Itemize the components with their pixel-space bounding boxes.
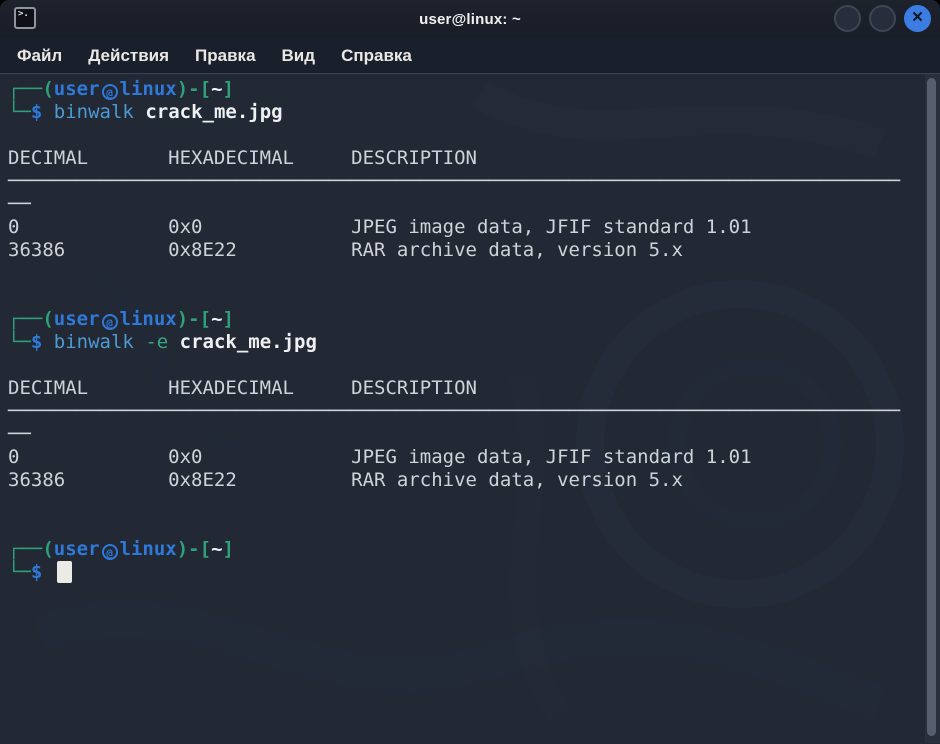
terminal-line: [8, 515, 922, 538]
at-symbol-icon: @: [102, 84, 118, 100]
text-segment: [134, 331, 145, 353]
text-segment: ~: [211, 308, 222, 330]
terminal-line: [8, 124, 922, 147]
text-segment: 0 0x0 JPEG image data, JFIF standard 1.0…: [8, 216, 752, 238]
text-segment: crack_me.jpg: [145, 101, 282, 123]
terminal-line: ┌──(user@linux)-[~]: [8, 78, 922, 101]
terminal-line: ┌──(user@linux)-[~]: [8, 538, 922, 561]
text-segment: user: [54, 308, 100, 330]
text-segment: user: [54, 78, 100, 100]
text-segment: [42, 331, 53, 353]
at-symbol-icon: @: [102, 544, 118, 560]
text-segment: ────────────────────────────────────────…: [8, 400, 900, 422]
terminal-line: [8, 285, 922, 308]
terminal-line: 36386 0x8E22 RAR archive data, version 5…: [8, 239, 922, 262]
terminal-line: [8, 492, 922, 515]
text-segment: └─: [8, 561, 31, 583]
text-segment: linux: [120, 78, 177, 100]
terminal-line: ──: [8, 193, 922, 216]
text-segment: ┌──(: [8, 308, 54, 330]
at-symbol-icon: @: [102, 314, 118, 330]
terminal-line: └─$ binwalk -e crack_me.jpg: [8, 331, 922, 354]
maximize-button[interactable]: [869, 5, 896, 32]
text-segment: ──: [8, 193, 31, 215]
text-segment: $: [31, 331, 42, 353]
terminal-line: ┌──(user@linux)-[~]: [8, 308, 922, 331]
terminal-line: DECIMAL HEXADECIMAL DESCRIPTION: [8, 377, 922, 400]
terminal-line: 0 0x0 JPEG image data, JFIF standard 1.0…: [8, 446, 922, 469]
terminal-line: ──: [8, 423, 922, 446]
text-segment: $: [31, 101, 42, 123]
titlebar[interactable]: >. user@linux: ~ ✕: [0, 0, 940, 38]
text-segment: )-[: [177, 78, 211, 100]
text-segment: ┌──(: [8, 78, 54, 100]
text-segment: $: [31, 561, 42, 583]
text-segment: crack_me.jpg: [180, 331, 317, 353]
menubar: Файл Действия Правка Вид Справка: [0, 38, 940, 74]
text-segment: ┌──(: [8, 538, 54, 560]
scrollbar-thumb[interactable]: [927, 78, 936, 736]
text-segment: )-[: [177, 538, 211, 560]
terminal-line: DECIMAL HEXADECIMAL DESCRIPTION: [8, 147, 922, 170]
terminal-area[interactable]: ┌──(user@linux)-[~]└─$ binwalk crack_me.…: [0, 74, 940, 743]
window-controls: ✕: [834, 5, 931, 32]
terminal-app-icon: >.: [14, 7, 36, 29]
terminal-line: ────────────────────────────────────────…: [8, 170, 922, 193]
text-segment: )-[: [177, 308, 211, 330]
terminal-line: 0 0x0 JPEG image data, JFIF standard 1.0…: [8, 216, 922, 239]
text-segment: DECIMAL HEXADECIMAL DESCRIPTION: [8, 377, 477, 399]
minimize-button[interactable]: [834, 5, 861, 32]
text-segment: 36386 0x8E22 RAR archive data, version 5…: [8, 239, 683, 261]
close-icon: ✕: [911, 10, 924, 25]
text-segment: linux: [120, 538, 177, 560]
text-segment: [168, 331, 179, 353]
terminal-line: [8, 354, 922, 377]
text-segment: ~: [211, 78, 222, 100]
window-title: user@linux: ~: [419, 11, 521, 28]
text-segment: ]: [223, 538, 234, 560]
text-segment: [134, 101, 145, 123]
text-segment: -e: [145, 331, 168, 353]
terminal-cursor: [57, 561, 72, 583]
terminal-prompt-glyph: >.: [18, 9, 29, 19]
text-segment: ──: [8, 423, 31, 445]
text-segment: [42, 101, 53, 123]
menu-item-view[interactable]: Вид: [280, 44, 318, 68]
terminal-line: [8, 262, 922, 285]
text-segment: ~: [211, 538, 222, 560]
text-segment: linux: [120, 308, 177, 330]
menu-item-help[interactable]: Справка: [339, 44, 414, 68]
text-segment: binwalk: [54, 101, 134, 123]
text-segment: 36386 0x8E22 RAR archive data, version 5…: [8, 469, 683, 491]
terminal-line: 36386 0x8E22 RAR archive data, version 5…: [8, 469, 922, 492]
text-segment: └─: [8, 101, 31, 123]
text-segment: user: [54, 538, 100, 560]
menu-item-edit[interactable]: Правка: [193, 44, 257, 68]
text-segment: ]: [223, 78, 234, 100]
text-segment: ]: [223, 308, 234, 330]
terminal-window: >. user@linux: ~ ✕ Файл Действия Правка …: [0, 0, 940, 744]
text-segment: 0 0x0 JPEG image data, JFIF standard 1.0…: [8, 446, 752, 468]
text-segment: binwalk: [54, 331, 134, 353]
terminal-line: └─$: [8, 561, 922, 584]
menu-item-file[interactable]: Файл: [15, 44, 64, 68]
text-segment: └─: [8, 331, 31, 353]
terminal-output[interactable]: ┌──(user@linux)-[~]└─$ binwalk crack_me.…: [0, 74, 940, 584]
text-segment: ────────────────────────────────────────…: [8, 170, 900, 192]
terminal-line: └─$ binwalk crack_me.jpg: [8, 101, 922, 124]
menu-item-actions[interactable]: Действия: [86, 44, 171, 68]
terminal-line: ────────────────────────────────────────…: [8, 400, 922, 423]
text-segment: DECIMAL HEXADECIMAL DESCRIPTION: [8, 147, 477, 169]
close-button[interactable]: ✕: [904, 5, 931, 32]
